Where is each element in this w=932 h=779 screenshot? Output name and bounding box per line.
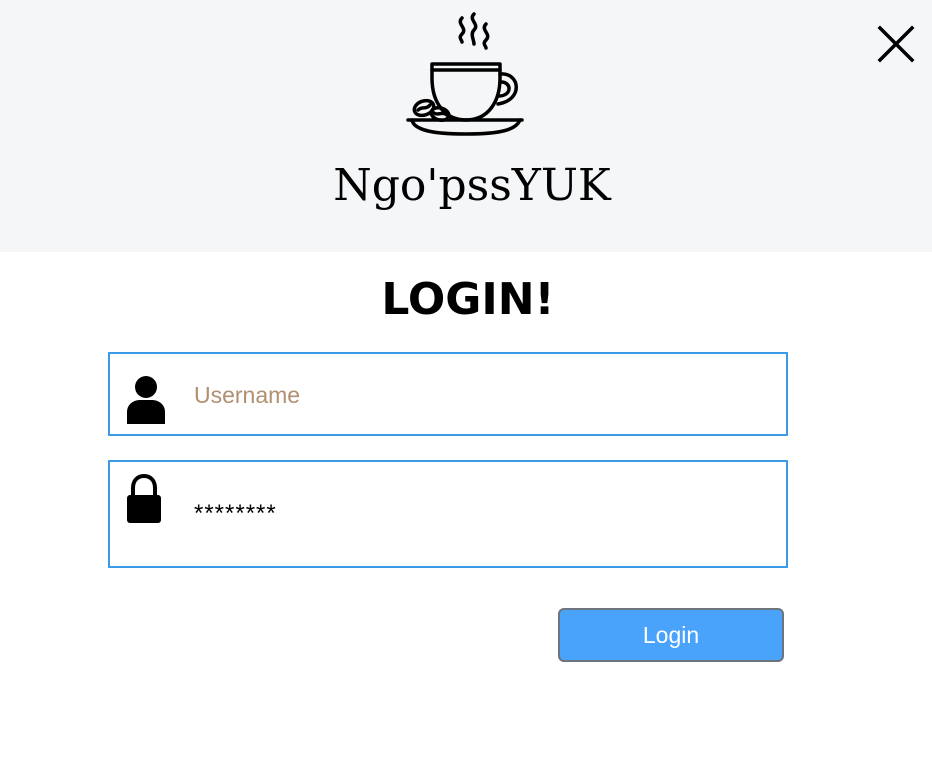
coffee-cup-icon	[402, 10, 530, 142]
username-field[interactable]: Username	[108, 352, 788, 436]
user-icon	[124, 374, 168, 429]
login-button[interactable]: Login	[558, 608, 784, 662]
password-field[interactable]: ********	[108, 460, 788, 568]
login-title: LOGIN!	[381, 274, 555, 325]
username-placeholder: Username	[194, 382, 301, 408]
app-name: Ngo'pssYUK	[333, 160, 611, 211]
login-window: Ngo'pssYUK LOGIN! Username ******** Logi…	[0, 0, 932, 779]
lock-icon	[124, 473, 164, 529]
header-banner: Ngo'pssYUK	[0, 0, 932, 252]
password-value: ********	[194, 500, 277, 527]
close-icon[interactable]	[874, 22, 918, 66]
